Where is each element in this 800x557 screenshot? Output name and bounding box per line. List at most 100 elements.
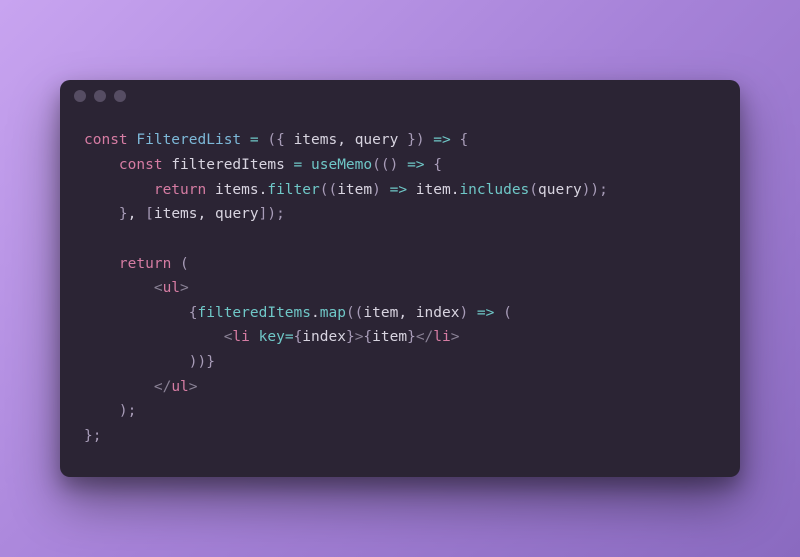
token-brace: ( xyxy=(180,256,189,272)
token-var: items xyxy=(154,206,198,222)
token-brace: { xyxy=(276,132,293,148)
token-var: items xyxy=(215,182,259,198)
token-punct xyxy=(250,329,259,345)
token-punct: , xyxy=(198,206,215,222)
token-punct xyxy=(468,305,477,321)
token-call: includes xyxy=(459,182,529,198)
code-line: const filteredItems = useMemo(() => { xyxy=(84,153,716,178)
traffic-light-minimize-icon[interactable] xyxy=(94,90,106,102)
token-brace: { xyxy=(459,132,468,148)
code-block: const FilteredList = ({ items, query }) … xyxy=(60,112,740,476)
token-punct xyxy=(84,403,119,419)
token-punct xyxy=(425,157,434,173)
code-line: return ( xyxy=(84,252,716,277)
token-kw: return xyxy=(119,256,180,272)
token-var: filteredItems xyxy=(171,157,285,173)
token-op: => xyxy=(477,305,494,321)
token-punct xyxy=(398,157,407,173)
token-brace: { xyxy=(363,329,372,345)
token-angle: < xyxy=(154,280,163,296)
token-angle: > xyxy=(180,280,189,296)
token-punct xyxy=(84,305,189,321)
token-punct: . xyxy=(311,305,320,321)
token-attr: key xyxy=(259,329,285,345)
code-line: <li key={index}>{item}</li> xyxy=(84,325,716,350)
token-var: index xyxy=(416,305,460,321)
token-brace: ( xyxy=(529,182,538,198)
token-brace: } xyxy=(407,329,416,345)
token-punct xyxy=(425,132,434,148)
token-punct xyxy=(84,206,119,222)
code-line: </ul> xyxy=(84,375,716,400)
token-punct xyxy=(84,182,154,198)
token-punct xyxy=(84,256,119,272)
token-brace: } xyxy=(119,206,128,222)
token-var: query xyxy=(215,206,259,222)
token-call: filteredItems xyxy=(198,305,312,321)
token-var: index xyxy=(302,329,346,345)
token-brace: ) xyxy=(459,305,468,321)
token-fn: FilteredList xyxy=(136,132,241,148)
token-brace: [ xyxy=(145,206,154,222)
token-angle: > xyxy=(189,379,198,395)
token-brace: ( xyxy=(372,157,381,173)
token-punct xyxy=(84,354,189,370)
token-punct xyxy=(302,157,311,173)
traffic-light-zoom-icon[interactable] xyxy=(114,90,126,102)
traffic-light-close-icon[interactable] xyxy=(74,90,86,102)
token-brace: (( xyxy=(320,182,337,198)
token-brace: ); xyxy=(119,403,136,419)
code-line: ); xyxy=(84,399,716,424)
token-punct xyxy=(84,280,154,296)
token-tag: ul xyxy=(171,379,188,395)
token-call: filter xyxy=(267,182,319,198)
token-op: => xyxy=(390,182,407,198)
token-kw: const xyxy=(84,132,136,148)
token-brace: } xyxy=(206,354,215,370)
token-op: => xyxy=(407,157,424,173)
titlebar xyxy=(60,80,740,112)
code-line: const FilteredList = ({ items, query }) … xyxy=(84,128,716,153)
code-line: }, [items, query]); xyxy=(84,202,716,227)
token-brace: () xyxy=(381,157,398,173)
token-kw: return xyxy=(154,182,215,198)
token-punct: , xyxy=(398,305,415,321)
token-brace: } xyxy=(398,132,415,148)
token-var: item xyxy=(372,329,407,345)
code-window: const FilteredList = ({ items, query }) … xyxy=(60,80,740,476)
code-line: }; xyxy=(84,424,716,449)
token-punct xyxy=(84,231,93,247)
token-brace: ( xyxy=(503,305,512,321)
token-tag: li xyxy=(232,329,249,345)
token-punct: , xyxy=(337,132,354,148)
token-var: query xyxy=(538,182,582,198)
token-call: useMemo xyxy=(311,157,372,173)
token-brace: { xyxy=(294,329,303,345)
token-punct xyxy=(241,132,250,148)
token-op: = xyxy=(294,157,303,173)
token-call: map xyxy=(320,305,346,321)
token-brace: { xyxy=(433,157,442,173)
token-var: query xyxy=(355,132,399,148)
token-brace: ]); xyxy=(259,206,285,222)
token-var: item xyxy=(337,182,372,198)
token-punct xyxy=(84,379,154,395)
token-angle: > xyxy=(451,329,460,345)
token-var: items xyxy=(294,132,338,148)
code-line: return items.filter((item) => item.inclu… xyxy=(84,178,716,203)
token-tag: ul xyxy=(163,280,180,296)
token-angle: </ xyxy=(416,329,433,345)
token-op: => xyxy=(433,132,450,148)
code-line: ))} xyxy=(84,350,716,375)
token-punct xyxy=(407,182,416,198)
token-brace: (( xyxy=(346,305,363,321)
token-brace: )) xyxy=(189,354,206,370)
token-brace: ) xyxy=(372,182,381,198)
token-punct xyxy=(84,157,119,173)
token-brace: }; xyxy=(84,428,101,444)
token-punct xyxy=(381,182,390,198)
token-punct xyxy=(494,305,503,321)
token-punct: , xyxy=(128,206,145,222)
token-op: = xyxy=(285,329,294,345)
code-line: <ul> xyxy=(84,276,716,301)
